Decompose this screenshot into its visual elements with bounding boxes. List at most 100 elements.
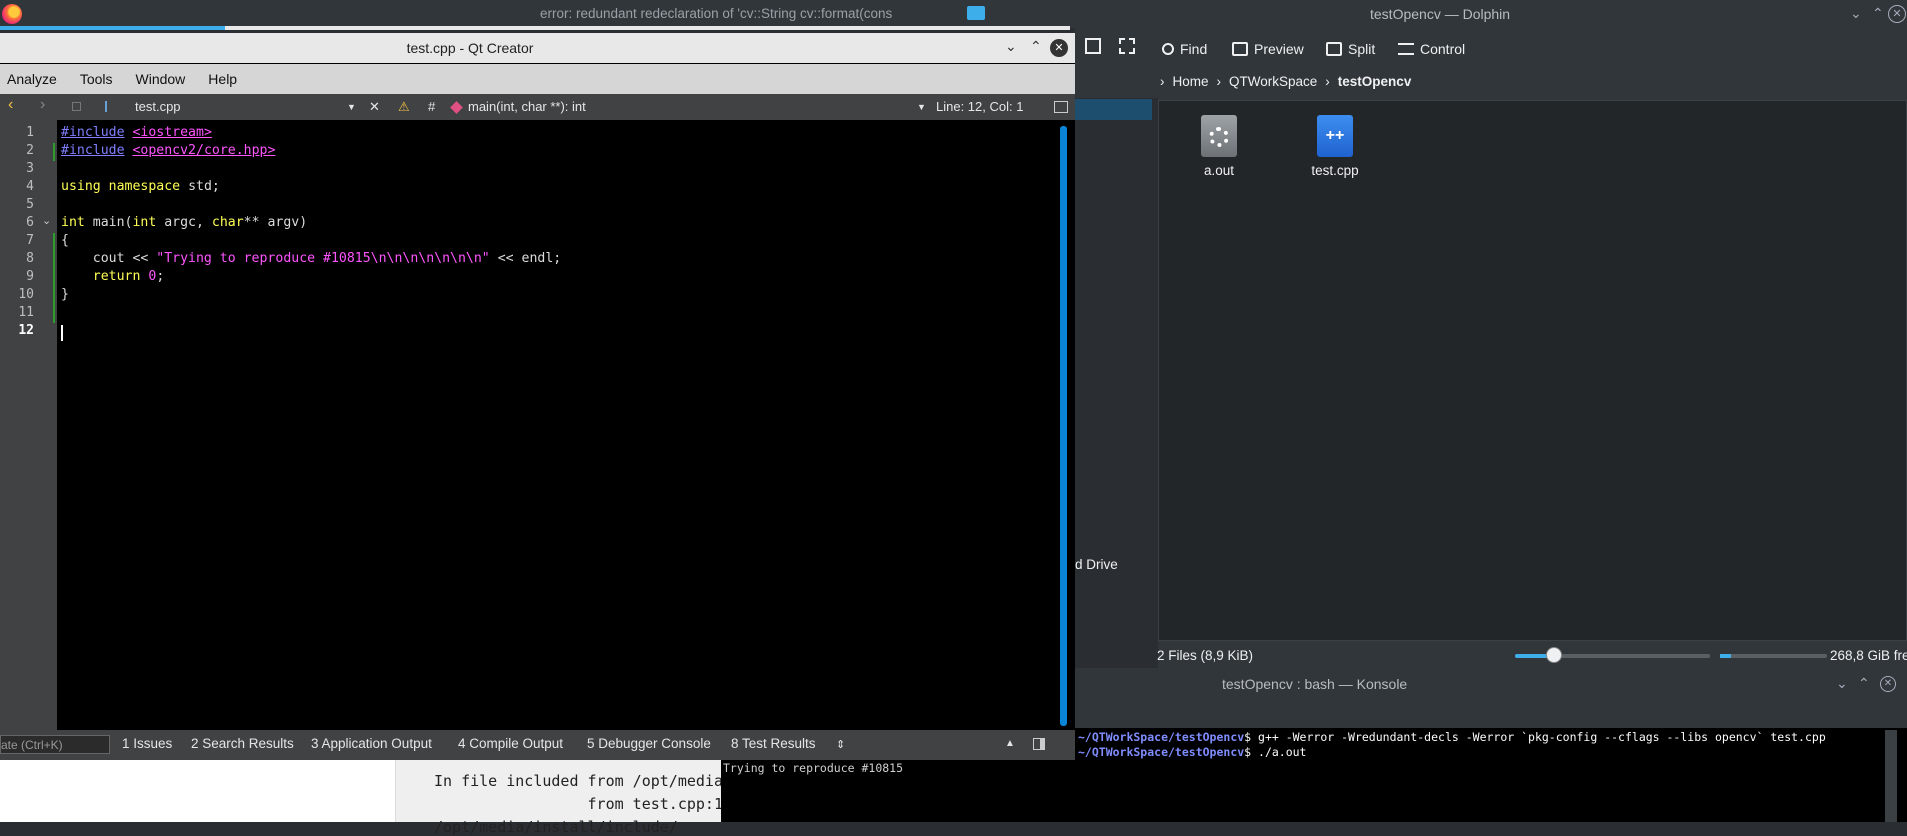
places-panel	[1075, 98, 1158, 668]
forward-arrow-icon[interactable]: ›	[40, 96, 45, 114]
terminal-line: ~/QTWorkSpace/testOpencv$ g++ -Werror -W…	[1078, 730, 1826, 744]
find-button[interactable]: Find	[1162, 37, 1207, 61]
cursor-position[interactable]: Line: 12, Col: 1	[936, 99, 1023, 114]
code-line[interactable]: #include <opencv2/core.hpp>	[61, 143, 275, 158]
tab-search-results[interactable]: 2 Search Results	[191, 736, 294, 751]
tab-debugger-console[interactable]: 5 Debugger Console	[587, 736, 711, 751]
line-number: 9	[26, 269, 34, 284]
tab-application-output[interactable]: 3 Application Output	[311, 736, 432, 751]
menu-analyze[interactable]: Analyze	[0, 64, 64, 94]
background-window	[0, 760, 396, 822]
code-line[interactable]: using namespace std;	[61, 179, 220, 194]
compile-output-line: from test.cpp:1	[434, 795, 723, 813]
split-icon	[1326, 42, 1342, 56]
terminal-command: $ g++ -Werror -Wredundant-decls -Werror …	[1244, 730, 1826, 744]
file-item-test-cpp[interactable]: ++ test.cpp	[1290, 115, 1380, 178]
firefox-icon[interactable]	[2, 4, 22, 24]
breadcrumb-qtworkspace[interactable]: QTWorkSpace	[1229, 74, 1317, 89]
konsole-window-title: testOpencv : bash — Konsole	[1222, 676, 1408, 692]
code-text: argc,	[156, 215, 212, 230]
cpp-file-icon: ++	[1317, 115, 1353, 157]
line-number: 2	[26, 143, 34, 158]
code-line[interactable]: return 0;	[61, 269, 165, 284]
chevron-down-icon[interactable]: ▼	[917, 102, 926, 112]
close-icon[interactable]: ✕	[1888, 5, 1906, 23]
places-item-drive[interactable]: d Drive	[1075, 557, 1118, 572]
firefox-window-title: error: redundant redeclaration of 'cv::S…	[540, 6, 893, 21]
maximize-icon[interactable]: ⌃	[1872, 5, 1884, 22]
code-line[interactable]: {	[61, 233, 69, 248]
diff-marker	[53, 233, 55, 323]
tab-issues[interactable]: 1 Issues	[122, 736, 172, 751]
chevron-right-icon: ›	[1325, 74, 1330, 89]
minimize-icon[interactable]: ⌄	[1850, 5, 1862, 22]
minimize-icon[interactable]: ⌄	[1005, 38, 1017, 55]
code-line[interactable]: cout << "Trying to reproduce #10815\n\n\…	[61, 251, 561, 266]
back-arrow-icon[interactable]: ‹	[8, 96, 13, 114]
breadcrumb-home[interactable]: Home	[1173, 74, 1209, 89]
symbol-combo[interactable]: main(int, char **): int	[468, 99, 586, 114]
maximize-icon[interactable]: ⌃	[1030, 38, 1042, 55]
chevron-up-icon[interactable]: ▲	[1005, 738, 1015, 749]
line-number: 7	[26, 233, 34, 248]
file-icon	[105, 101, 116, 112]
zoom-slider-handle[interactable]	[1546, 647, 1562, 663]
chevron-right-icon: ›	[1160, 74, 1165, 89]
editor-scrollbar[interactable]	[1060, 126, 1067, 726]
tab-compile-output[interactable]: 4 Compile Output	[458, 736, 563, 751]
menu-tools[interactable]: Tools	[64, 64, 120, 94]
preview-button[interactable]: Preview	[1232, 37, 1304, 61]
free-space-text: 268,8 GiB fre	[1830, 648, 1907, 663]
find-label: Find	[1180, 41, 1208, 57]
control-label: Control	[1420, 41, 1466, 57]
breadcrumb-testopencv[interactable]: testOpencv	[1338, 74, 1412, 89]
close-icon[interactable]: ✕	[1050, 39, 1068, 57]
compact-view-icon[interactable]	[1119, 38, 1135, 54]
code-text: main(	[84, 215, 133, 230]
control-button[interactable]: Control	[1398, 37, 1465, 61]
konsole-scrollbar[interactable]	[1885, 730, 1897, 822]
include-directive[interactable]: #include	[61, 143, 125, 158]
keyword: char	[211, 215, 244, 230]
maximize-icon[interactable]: ⌃	[1858, 675, 1870, 692]
minimize-icon[interactable]: ⌄	[1836, 675, 1848, 692]
breadcrumb: › Home › QTWorkSpace › testOpencv	[1160, 74, 1411, 89]
split-editor-icon[interactable]	[1054, 101, 1068, 113]
menu-help[interactable]: Help	[192, 64, 244, 94]
include-directive[interactable]: #include	[61, 125, 125, 140]
line-number: 1	[26, 125, 34, 140]
code-text: << endl;	[489, 251, 562, 266]
fold-chevron-icon[interactable]: ⌄	[42, 214, 51, 227]
details-view-icon[interactable]	[1085, 38, 1101, 54]
close-icon[interactable]: ✕	[1880, 676, 1896, 692]
include-target[interactable]: <opencv2/core.hpp>	[132, 143, 275, 158]
tab-test-results[interactable]: 8 Test Results	[731, 736, 816, 751]
code-line[interactable]: #include <iostream>	[61, 125, 212, 140]
file-item-a-out[interactable]: a.out	[1174, 115, 1264, 178]
firefox-active-tab-indicator[interactable]	[0, 26, 225, 30]
open-file-combo[interactable]: test.cpp	[135, 99, 181, 114]
line-number: 3	[26, 161, 34, 176]
include-target[interactable]: <iostream>	[132, 125, 211, 140]
file-view[interactable]	[1158, 100, 1907, 641]
split-label: Split	[1348, 41, 1376, 57]
split-button[interactable]: Split	[1326, 37, 1375, 61]
chevron-down-icon[interactable]: ▼	[347, 102, 356, 112]
keyword: int	[61, 215, 85, 230]
menu-window[interactable]: Window	[120, 64, 193, 94]
more-tabs-icon[interactable]: ⇕	[836, 738, 845, 751]
konsole-titlebar	[1075, 668, 1907, 700]
qtcreator-window-title: test.cpp - Qt Creator	[406, 40, 534, 56]
code-line[interactable]: int main(int argc, char** argv)	[61, 215, 307, 230]
terminal-prompt: ~/QTWorkSpace/testOpencv	[1078, 730, 1245, 744]
text-cursor	[61, 325, 63, 341]
close-document-icon[interactable]: ✕	[369, 99, 380, 115]
locator-input[interactable]: ate (Ctrl+K)	[0, 735, 110, 754]
code-line[interactable]: }	[61, 287, 69, 302]
places-selected-item[interactable]	[1075, 99, 1152, 120]
compile-output-line: /opt/media/install/include/	[434, 818, 678, 836]
warning-icon[interactable]: ⚠	[398, 99, 410, 115]
application-output-text: Trying to reproduce #10815	[723, 761, 904, 775]
sidebar-toggle-icon[interactable]	[1033, 738, 1045, 750]
hash-label: #	[428, 99, 436, 114]
